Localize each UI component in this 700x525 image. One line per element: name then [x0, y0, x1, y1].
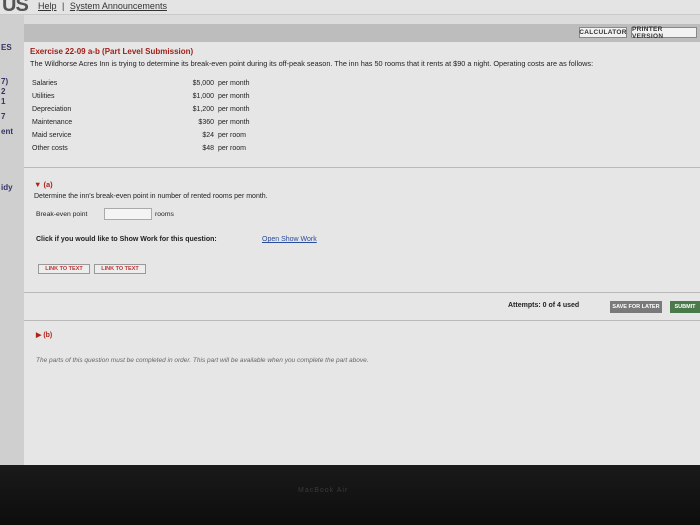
top-header: US Help | System Announcements — [0, 0, 700, 16]
operating-costs-list: Salaries $5,000 per month Utilities $1,0… — [32, 80, 282, 158]
help-link[interactable]: Help — [38, 1, 57, 11]
cost-unit: per month — [218, 119, 250, 126]
break-even-label: Break-even point — [36, 211, 88, 218]
part-b-note: The parts of this question must be compl… — [36, 357, 369, 364]
cost-row: Other costs $48 per room — [32, 145, 282, 158]
cost-unit: per month — [218, 106, 250, 113]
sidebar-fragment[interactable]: 2 — [1, 87, 5, 96]
question-panel: Exercise 22-09 a-b (Part Level Submissio… — [24, 42, 700, 465]
exercise-prompt: The Wildhorse Acres Inn is trying to det… — [30, 59, 594, 68]
cost-amount: $1,000 — [192, 93, 214, 100]
cost-amount: $24 — [202, 132, 214, 139]
cost-label: Depreciation — [32, 106, 72, 113]
link-separator: | — [62, 1, 65, 11]
printer-version-button[interactable]: PRINTER VERSION — [631, 26, 697, 40]
sidebar-fragment[interactable]: ent — [1, 127, 13, 136]
cost-unit: per month — [218, 80, 250, 87]
break-even-input[interactable] — [104, 208, 152, 220]
section-divider — [24, 320, 700, 321]
open-show-work-link[interactable]: Open Show Work — [262, 236, 317, 243]
show-work-question: Click if you would like to Show Work for… — [36, 236, 217, 243]
attempts-counter: Attempts: 0 of 4 used — [508, 302, 580, 309]
sidebar-fragment[interactable]: 7) — [1, 77, 8, 86]
sidebar-fragment[interactable]: 1 — [1, 97, 5, 106]
exercise-title: Exercise 22-09 a-b (Part Level Submissio… — [30, 47, 194, 56]
sidebar-fragment[interactable]: idy — [1, 183, 13, 192]
cost-unit: per room — [218, 132, 247, 139]
calculator-button[interactable]: CALCULATOR — [579, 27, 627, 38]
part-b-toggle[interactable]: ▶ (b) — [36, 331, 52, 339]
system-announcements-link[interactable]: System Announcements — [70, 1, 167, 11]
cost-amount: $360 — [198, 119, 214, 126]
submit-button[interactable]: SUBMIT — [670, 301, 700, 313]
cost-row: Utilities $1,000 per month — [32, 93, 282, 106]
top-links: Help | System Announcements — [38, 1, 167, 11]
cost-row: Maid service $24 per room — [32, 132, 282, 145]
cost-row: Depreciation $1,200 per month — [32, 106, 282, 119]
cost-label: Other costs — [32, 145, 68, 152]
cost-amount: $1,200 — [192, 106, 214, 113]
toolbar: CALCULATOR PRINTER VERSION — [0, 24, 700, 42]
section-divider — [24, 167, 700, 168]
part-a-toggle[interactable]: ▼ (a) — [34, 180, 53, 189]
left-sidebar-fragment: ES 7) 2 1 7 ent idy — [0, 15, 24, 465]
cost-unit: per month — [218, 93, 250, 100]
part-a-question: Determine the inn's break-even point in … — [34, 193, 268, 200]
cost-row: Salaries $5,000 per month — [32, 80, 282, 93]
cost-amount: $48 — [202, 145, 214, 152]
save-for-later-button[interactable]: SAVE FOR LATER — [610, 301, 662, 313]
cost-label: Maintenance — [32, 119, 73, 126]
cost-row: Maintenance $360 per month — [32, 119, 282, 132]
rooms-unit-label: rooms — [155, 211, 174, 218]
laptop-bezel: MacBook Air — [0, 465, 700, 525]
cost-amount: $5,000 — [192, 80, 214, 87]
cost-unit: per room — [218, 145, 247, 152]
cost-label: Maid service — [32, 132, 72, 139]
sidebar-fragment[interactable]: 7 — [1, 112, 5, 121]
link-to-text-button[interactable]: LINK TO TEXT — [94, 264, 146, 274]
sidebar-fragment: ES — [1, 43, 12, 52]
link-to-text-button[interactable]: LINK TO TEXT — [38, 264, 90, 274]
laptop-brand-label: MacBook Air — [298, 487, 349, 494]
section-divider — [24, 292, 700, 293]
cost-label: Salaries — [32, 80, 58, 87]
cost-label: Utilities — [32, 93, 55, 100]
